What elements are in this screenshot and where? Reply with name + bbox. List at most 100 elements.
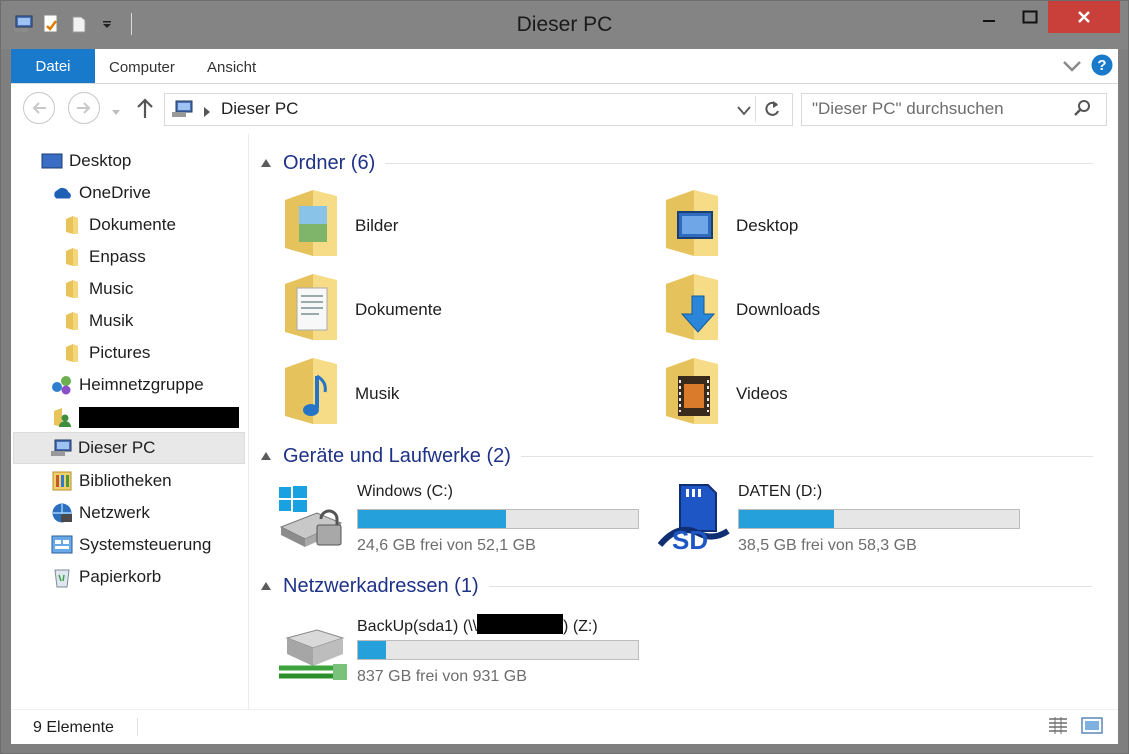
svg-text:?: ? [1097,57,1106,74]
drive-tile-windows[interactable]: Windows (C:) 24,6 GB frei von 52,1 GB [277,483,647,563]
chevron-down-icon [737,106,751,116]
nav-item-systemsteuerung[interactable]: Systemsteuerung [51,531,211,559]
drive-free-space: 38,5 GB frei von 58,3 GB [738,537,917,554]
large-icons-view-icon [1081,717,1103,734]
tab-datei[interactable]: Datei [11,49,95,83]
documents-folder-icon [279,270,343,349]
content-area: Desktop OneDrive Dokumente Enpass Music … [11,134,1118,709]
breadcrumb-separator-icon[interactable] [203,104,211,122]
group-title: Netzwerkadressen (1) [283,574,479,597]
nav-item-heimnetzgruppe[interactable]: Heimnetzgruppe [51,371,204,399]
status-bar: 9 Elemente [11,709,1118,744]
nav-item-desktop[interactable]: Desktop [41,147,131,175]
nav-item-label: OneDrive [79,183,151,202]
drive-tile-network[interactable]: BackUp(sda1) (\\ ) (Z:) 837 GB frei von 9… [277,614,647,694]
nav-item-netzwerk[interactable]: Netzwerk [51,499,150,527]
back-button[interactable] [23,92,55,124]
folder-tile-desktop[interactable]: Desktop [660,186,798,265]
music-folder-icon [279,354,343,433]
minimize-icon [983,20,995,22]
address-history-button[interactable] [737,103,751,121]
drive-name-suffix: ) (Z:) [563,618,598,635]
network-drive-icon [277,624,351,698]
collapse-triangle-icon[interactable] [261,582,271,590]
close-button[interactable] [1048,1,1120,33]
item-count: 9 Elemente [33,719,114,736]
group-divider [488,585,1092,587]
drive-usage-fill [358,510,506,528]
help-button[interactable]: ? [1091,54,1113,76]
folder-tile-musik[interactable]: Musik [279,354,399,433]
address-divider [755,96,756,122]
folder-tile-downloads[interactable]: Downloads [660,270,820,349]
group-title: Geräte und Laufwerke (2) [283,444,511,467]
drive-free-space: 837 GB frei von 931 GB [357,668,527,685]
tab-computer[interactable]: Computer [109,59,175,76]
refresh-button[interactable] [763,99,781,124]
nav-item-onedrive[interactable]: OneDrive [51,179,151,207]
drive-name-prefix: BackUp(sda1) (\\ [357,618,478,635]
recycle-bin-icon [51,566,73,588]
address-bar[interactable]: Dieser PC [164,93,793,126]
drive-name: DATEN (D:) [738,483,823,500]
downloads-folder-icon [660,270,724,349]
search-placeholder: "Dieser PC" durchsuchen [812,99,1004,118]
maximize-icon [1022,10,1038,24]
up-button[interactable] [135,96,155,125]
nav-item-enpass[interactable]: Enpass [61,243,146,271]
nav-item-dokumente[interactable]: Dokumente [61,211,176,239]
svg-text:SD: SD [672,525,708,555]
main-pane: Ordner (6) Bilder Desktop Dokumente Down… [249,134,1118,709]
computer-icon [171,100,193,123]
nav-item-label: Papierkorb [79,567,162,586]
nav-item-bibliotheken[interactable]: Bibliotheken [51,467,172,495]
nav-item-label: Systemsteuerung [79,535,212,554]
group-title: Ordner (6) [283,151,376,174]
pictures-folder-icon [279,186,343,265]
nav-item-music[interactable]: Music [61,275,133,303]
nav-item-user[interactable] [51,403,239,431]
folder-tile-bilder[interactable]: Bilder [279,186,398,265]
nav-item-musik[interactable]: Musik [61,307,133,335]
nav-item-label: Heimnetzgruppe [79,375,204,394]
nav-item-label: Bibliotheken [79,471,172,490]
videos-folder-icon [660,354,724,433]
drive-usage-fill [358,641,387,659]
tiles-view-button[interactable] [1081,716,1103,741]
group-header-drives[interactable]: Geräte und Laufwerke (2) [261,441,1093,471]
group-header-folders[interactable]: Ordner (6) [261,148,1094,178]
refresh-icon [765,101,779,116]
collapse-triangle-icon[interactable] [261,159,271,167]
address-row: Dieser PC "Dieser PC" durchsuchen [11,84,1118,134]
drive-tile-daten[interactable]: SD DATEN (D:) 38,5 GB frei von 58,3 GB [657,483,1028,563]
collapse-triangle-icon[interactable] [261,452,271,460]
search-input[interactable]: "Dieser PC" durchsuchen [801,93,1107,126]
folder-icon [61,214,83,236]
folder-tile-dokumente[interactable]: Dokumente [279,270,442,349]
control-panel-icon [51,534,73,556]
group-divider [520,455,1093,457]
tab-ansicht[interactable]: Ansicht [207,59,256,76]
forward-button[interactable] [68,92,100,124]
recent-locations-button[interactable] [111,104,121,122]
homegroup-icon [51,374,73,396]
search-icon[interactable] [1074,99,1092,122]
nav-item-pictures[interactable]: Pictures [61,339,150,367]
sd-drive-icon: SD [657,483,732,557]
folder-tile-videos[interactable]: Videos [660,354,788,433]
group-header-network[interactable]: Netzwerkadressen (1) [261,571,1092,601]
folder-icon [61,278,83,300]
folder-label: Downloads [736,299,821,319]
expand-ribbon-button[interactable] [1061,55,1083,77]
details-view-button[interactable] [1047,716,1069,741]
nav-item-label: Netzwerk [79,503,150,522]
breadcrumb[interactable]: Dieser PC [221,99,298,119]
drive-free-space: 24,6 GB frei von 52,1 GB [357,537,536,554]
nav-item-label: Enpass [89,247,146,266]
nav-item-label: Desktop [69,151,132,170]
windows-drive-icon [277,483,351,557]
drive-name: BackUp(sda1) (\\ ) (Z:) [357,614,598,636]
nav-item-dieser-pc[interactable]: Dieser PC [13,432,245,464]
nav-item-papierkorb[interactable]: Papierkorb [51,563,161,591]
libraries-icon [51,470,73,492]
